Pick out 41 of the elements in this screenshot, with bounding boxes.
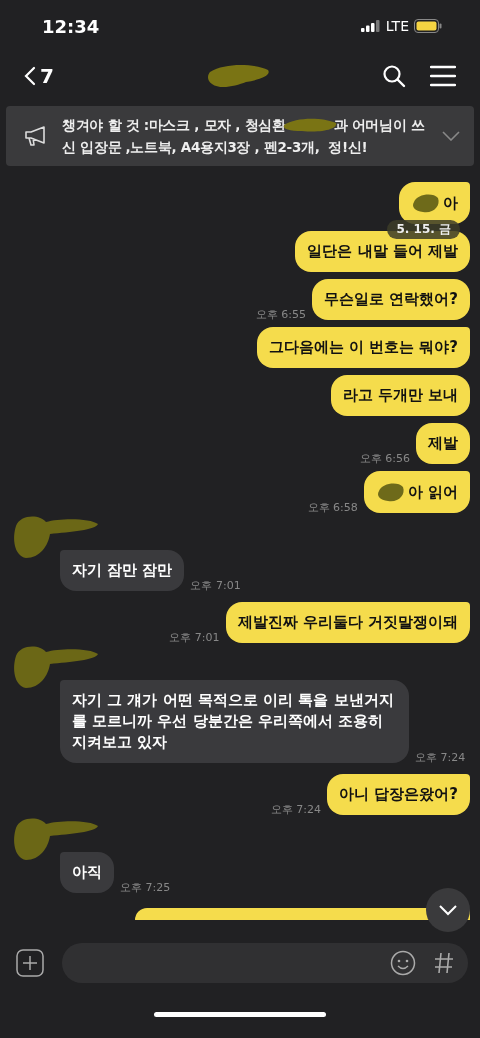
sent-message: 아 읽어 <box>363 471 470 513</box>
sent-message: 아 <box>399 182 470 224</box>
sent-message: 라고 두개만 보내 <box>330 375 470 416</box>
signal-icon <box>360 20 381 32</box>
chevron-left-icon <box>24 66 36 86</box>
chevron-down-icon[interactable] <box>442 131 460 141</box>
status-time: 12:34 <box>42 15 100 37</box>
message-time: 오후 7:25 <box>120 880 171 895</box>
redaction-scribble <box>375 481 406 503</box>
emoji-icon[interactable] <box>390 950 416 976</box>
chevron-down-icon <box>438 904 458 916</box>
hashtag-icon[interactable] <box>434 952 454 974</box>
message-time: 오후 6:55 <box>255 307 307 322</box>
received-message: 아직 <box>60 852 114 893</box>
message-time: 오후 6:58 <box>307 500 358 515</box>
message-time: 오후 6:56 <box>359 451 410 466</box>
message-time: 오후 7:01 <box>169 630 220 645</box>
message-time: 오후 7:01 <box>190 578 241 593</box>
message-time: 오후 7:24 <box>415 750 466 765</box>
sent-message: 그다음에는 이 번호는 뭐야? <box>256 327 470 368</box>
received-message: 자기 잠만 잠만 <box>60 550 185 591</box>
notice-text: 챙겨야 할 것 :마스크 , 모자 , 청심환 <box>62 116 286 135</box>
sent-message: 제발진짜 우리둘다 거짓말쟁이돼 <box>225 602 470 643</box>
notice-text: 과 어머님이 쓰 <box>333 116 425 135</box>
sent-message: 무슨일로 연락했어? <box>312 279 470 320</box>
received-message: 자기 그 걔가 어떤 목적으로 이리 톡을 보낸거지를 모르니까 우선 당분간은 우리쪽에서 조용히 지켜보고 있자 <box>60 680 409 763</box>
message-input-field[interactable] <box>62 943 468 983</box>
megaphone-icon <box>24 125 48 147</box>
battery-icon <box>414 19 442 33</box>
scroll-down-button[interactable] <box>426 888 470 932</box>
message-time: 오후 7:24 <box>270 802 322 817</box>
redaction-scribble <box>411 192 441 214</box>
notice-text: 신 입장문 ,노트북, A4용지3장 , 펜2-3개, 정!신! <box>62 138 368 157</box>
sent-message: 제발 <box>416 423 470 464</box>
notice-banner[interactable]: 챙겨야 할 것 :마스크 , 모자 , 청심환 과 어머님이 쓰 신 입장문 ,노트북, A4용지3장 , 펜2-3개, 정!신! <box>6 106 474 166</box>
plus-icon[interactable] <box>16 949 44 977</box>
back-button[interactable]: 7 <box>24 64 54 88</box>
menu-icon[interactable] <box>430 65 456 87</box>
search-icon[interactable] <box>382 64 406 88</box>
network-label: LTE <box>385 18 409 34</box>
sent-message: 아니 답장은왔어? <box>327 774 470 815</box>
